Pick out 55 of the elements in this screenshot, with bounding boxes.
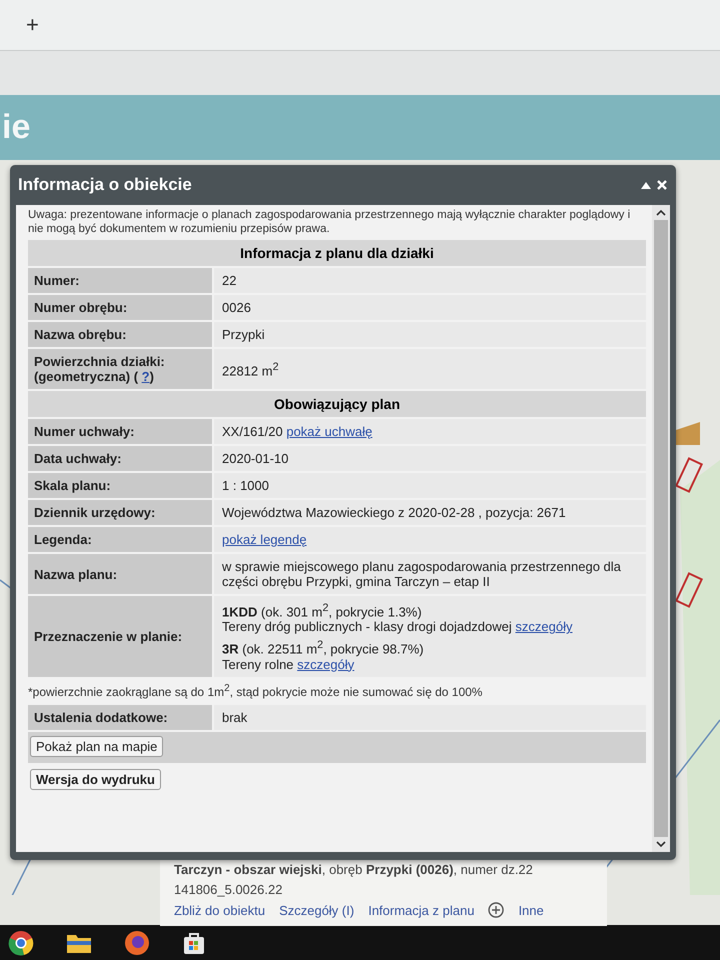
- zoning-description: Tereny rolne szczegóły: [222, 656, 356, 672]
- zoning-summary: 3R (ok. 22511 m$^{2}$, pokrycie 98.7%): [222, 638, 425, 657]
- field-label: Numer uchwały:: [28, 419, 212, 444]
- link[interactable]: ?: [142, 369, 150, 384]
- popup-heading: Tarczyn - obszar wiejski, obręb Przypki (0026), numer dz.22: [174, 862, 534, 877]
- field-label: Nazwa planu:: [28, 554, 212, 594]
- shopping-bag-icon[interactable]: [182, 930, 206, 954]
- field-value: Przypki: [214, 322, 646, 347]
- link[interactable]: pokaż uchwałę: [286, 424, 372, 439]
- close-icon[interactable]: [656, 179, 668, 191]
- field-value: 22812 m$^{2}$: [214, 349, 646, 389]
- scroll-up-icon[interactable]: [656, 209, 666, 216]
- field-label: Data uchwały:: [28, 446, 212, 471]
- round-app-icon[interactable]: [8, 930, 34, 956]
- dialog-title: Informacja o obiekcie: [18, 175, 193, 195]
- notice-text: Uwaga: prezentowane informacje o planach zagospodarowania przestrzennego mają wyłącznie charakter poglądowy i nie mogą być dokumentem w rozumieniu przepisów prawa.: [28, 208, 632, 236]
- field-label: Skala planu:: [28, 473, 212, 498]
- section-heading: Informacja z planu dla działki: [28, 240, 646, 266]
- popup-link[interactable]: Informacja z planu: [368, 902, 474, 918]
- details-link[interactable]: szczegóły: [515, 619, 572, 634]
- scrollbar[interactable]: [652, 205, 670, 852]
- field-value: 22: [214, 268, 646, 293]
- zoning-description: Tereny dróg publicznych - klasy drogi dojadzdowej szczegóły: [222, 619, 572, 634]
- plus-circle-icon[interactable]: [488, 902, 504, 918]
- field-value: w sprawie miejscowego planu zagospodarowania przestrzennego dla części obrębu Przypki, gmina Tarczyn – etap II: [214, 554, 646, 594]
- footnote: *powierzchnie zaokrąglane są do 1m$^{2}$, stąd pokrycie może nie sumować się do 100%: [28, 682, 484, 701]
- new-tab-button[interactable]: +: [26, 12, 39, 38]
- zoning-summary: 1KDD (ok. 301 m$^{2}$, pokrycie 1.3%): [222, 601, 423, 620]
- site-title: ie: [2, 108, 30, 147]
- field-label: Nazwa obrębu:: [28, 322, 212, 347]
- show-map-button[interactable]: Pokaż plan na mapie: [30, 736, 164, 757]
- field-value: XX/161/20 pokaż uchwałę: [214, 419, 646, 444]
- field-label: Numer:: [28, 268, 212, 293]
- field-label: Dziennik urzędowy:: [28, 500, 212, 525]
- link[interactable]: pokaż legendę: [222, 532, 307, 547]
- collapse-icon[interactable]: [640, 180, 652, 190]
- field-label: Ustalenia dodatkowe:: [28, 704, 212, 730]
- field-value: 0026: [214, 295, 646, 320]
- field-label: Przeznaczenie w planie:: [28, 596, 212, 677]
- popup-link[interactable]: Zbliż do obiektu: [174, 902, 266, 918]
- parcel-identifier: 141806_5.0026.22: [174, 882, 284, 897]
- print-button[interactable]: Wersja do wydruku: [30, 768, 161, 790]
- field-value: Województwa Mazowieckiego z 2020-02-28 , pozycja: 2671: [214, 500, 646, 525]
- field-value: 2020-01-10: [214, 446, 646, 471]
- popup-link[interactable]: Inne: [518, 902, 544, 918]
- field-value: 1 : 1000: [214, 473, 646, 498]
- scroll-down-icon[interactable]: [656, 841, 666, 848]
- field-label: Powierzchnia działki: (geometryczna) ( ?): [28, 349, 212, 389]
- details-link[interactable]: szczegóły: [297, 656, 354, 672]
- field-label: Numer obrębu:: [28, 295, 212, 320]
- field-label: Legenda:: [28, 527, 212, 552]
- field-value: brak: [214, 704, 646, 730]
- globe-icon[interactable]: [124, 930, 150, 956]
- section-heading: Obowiązujący plan: [28, 391, 646, 417]
- popup-link[interactable]: Szczegóły (I): [279, 902, 354, 918]
